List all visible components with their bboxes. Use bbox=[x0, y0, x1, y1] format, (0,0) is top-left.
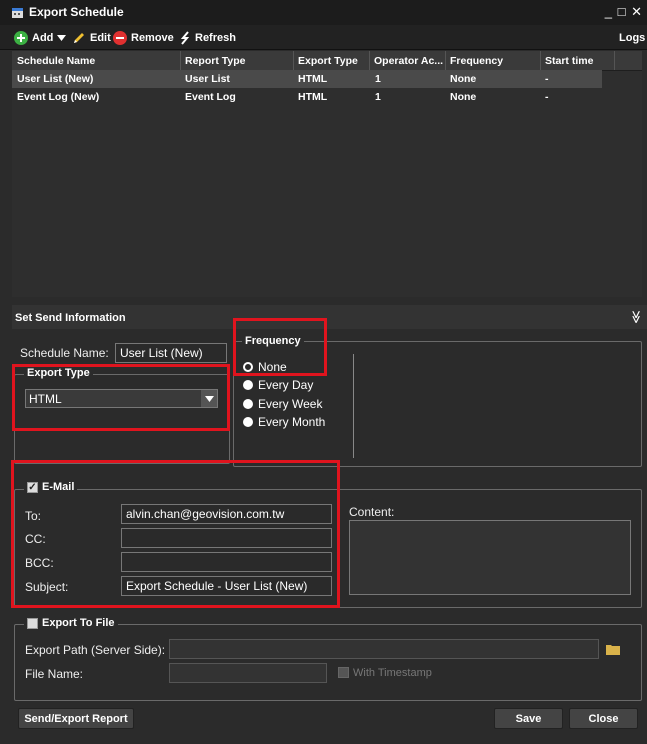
frequency-option-every-week[interactable]: Every Week bbox=[243, 397, 322, 411]
schedule-icon bbox=[12, 8, 23, 18]
add-icon bbox=[14, 31, 28, 45]
col-separator bbox=[614, 51, 615, 70]
col-separator bbox=[445, 51, 446, 70]
schedule-name-label: Schedule Name: bbox=[20, 346, 109, 360]
export-file-legend[interactable]: Export To File bbox=[24, 617, 118, 629]
window-title: Export Schedule bbox=[29, 5, 124, 19]
table-cell: None bbox=[450, 91, 477, 103]
export-file-group bbox=[14, 624, 642, 701]
browse-folder-button[interactable] bbox=[604, 640, 622, 658]
remove-icon bbox=[113, 31, 127, 45]
col-separator bbox=[293, 51, 294, 70]
radio-icon bbox=[243, 380, 253, 390]
window-controls[interactable]: _ □ ✕ bbox=[605, 4, 643, 20]
radio-icon bbox=[243, 417, 253, 427]
table-cell: User List (New) bbox=[17, 73, 94, 85]
pencil-icon bbox=[74, 33, 84, 43]
save-button[interactable]: Save bbox=[494, 708, 563, 729]
file-name-input[interactable] bbox=[169, 663, 327, 683]
col-schedule-name[interactable]: Schedule Name bbox=[17, 55, 95, 67]
send-export-report-button[interactable]: Send/Export Report bbox=[18, 708, 134, 729]
timestamp-label: With Timestamp bbox=[353, 667, 432, 679]
table-cell: Event Log bbox=[185, 91, 236, 103]
option-label: Every Month bbox=[258, 415, 326, 429]
panel-title: Set Send Information bbox=[15, 312, 126, 324]
close-button[interactable]: Close bbox=[569, 708, 638, 729]
col-frequency[interactable]: Frequency bbox=[450, 55, 503, 67]
chevron-down-icon bbox=[57, 35, 67, 41]
content-textarea[interactable] bbox=[349, 520, 631, 595]
table-cell: 1 bbox=[375, 91, 381, 103]
timestamp-checkbox[interactable] bbox=[338, 667, 349, 678]
divider bbox=[353, 354, 354, 458]
folder-icon bbox=[606, 644, 620, 655]
add-label: Add bbox=[32, 32, 54, 44]
remove-button[interactable]: Remove bbox=[113, 30, 174, 46]
export-path-input[interactable] bbox=[169, 639, 599, 659]
table-cell: - bbox=[545, 91, 549, 103]
edit-label: Edit bbox=[90, 32, 111, 44]
highlight-email bbox=[11, 460, 340, 608]
frequency-option-every-day[interactable]: Every Day bbox=[243, 378, 313, 392]
export-path-label: Export Path (Server Side): bbox=[25, 643, 166, 657]
table-cell: - bbox=[545, 73, 549, 85]
option-label: Every Day bbox=[258, 378, 314, 392]
option-label: Every Week bbox=[258, 397, 323, 411]
file-name-label: File Name: bbox=[25, 667, 84, 681]
col-start-time[interactable]: Start time bbox=[545, 55, 593, 67]
table-cell: HTML bbox=[298, 91, 328, 103]
table-cell: Event Log (New) bbox=[17, 91, 100, 103]
collapse-icon[interactable]: ≫ bbox=[628, 310, 644, 324]
refresh-icon bbox=[180, 31, 190, 45]
refresh-label: Refresh bbox=[195, 32, 236, 44]
col-export-type[interactable]: Export Type bbox=[298, 55, 358, 67]
table-cell: None bbox=[450, 73, 477, 85]
remove-label: Remove bbox=[131, 32, 174, 44]
table-cell: 1 bbox=[375, 73, 381, 85]
refresh-button[interactable]: Refresh bbox=[179, 30, 236, 46]
schedule-name-input[interactable]: User List (New) bbox=[115, 343, 227, 363]
add-button[interactable]: Add bbox=[14, 30, 67, 46]
radio-icon bbox=[243, 399, 253, 409]
logs-button[interactable]: Logs bbox=[619, 30, 645, 46]
col-separator bbox=[369, 51, 370, 70]
col-separator bbox=[180, 51, 181, 70]
table-cell: HTML bbox=[298, 73, 328, 85]
content-label: Content: bbox=[349, 505, 395, 519]
col-operator-account[interactable]: Operator Ac... bbox=[374, 55, 443, 67]
export-file-legend-label: Export To File bbox=[42, 617, 115, 629]
col-report-type[interactable]: Report Type bbox=[185, 55, 245, 67]
highlight-frequency bbox=[233, 318, 327, 376]
highlight-export-type bbox=[12, 364, 230, 431]
export-file-checkbox[interactable] bbox=[27, 617, 38, 629]
table-cell: User List bbox=[185, 73, 230, 85]
edit-button[interactable]: Edit bbox=[72, 30, 111, 46]
frequency-option-every-month[interactable]: Every Month bbox=[243, 415, 325, 429]
col-separator bbox=[540, 51, 541, 70]
